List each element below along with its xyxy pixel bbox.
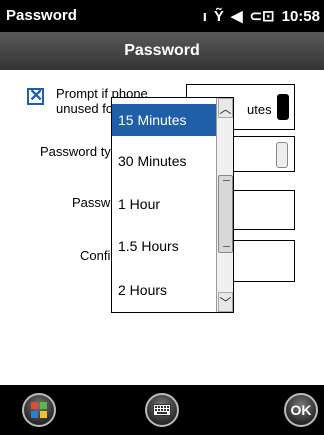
prompt-label-line2: unused fo — [56, 101, 114, 116]
status-app-title: Password — [6, 7, 77, 24]
password-type-label: Password ty — [40, 144, 111, 159]
clock-time[interactable]: 10:58 — [282, 8, 320, 25]
windows-logo-icon — [31, 402, 47, 418]
scrollbar[interactable]: ︿ ﹀ — [216, 98, 233, 312]
signal-icon: ı — [202, 7, 207, 25]
thumb-grip — [223, 246, 230, 247]
keyboard-button[interactable] — [145, 393, 179, 427]
thumb-grip — [223, 180, 230, 181]
list-item[interactable]: 15 Minutes — [112, 104, 216, 136]
timeout-dropdown-list[interactable]: 15 Minutes 30 Minutes 1 Hour 1.5 Hours 2… — [111, 97, 234, 313]
volume-icon: ◀︎ — [230, 8, 243, 25]
scrollbar-thumb[interactable] — [218, 175, 233, 253]
list-item[interactable]: 1 Hour — [112, 188, 216, 220]
password-label: Passw — [72, 195, 111, 210]
confirm-label: Confi — [80, 248, 111, 263]
no-network-icon: Ỹ — [213, 7, 224, 25]
ok-button[interactable]: OK — [284, 393, 318, 427]
chevron-up-icon[interactable]: ︿ — [218, 98, 233, 118]
prompt-checkbox[interactable]: ✕ — [27, 86, 44, 105]
list-item[interactable]: 2 Hours — [112, 274, 216, 306]
battery-icon: ⊂⊡ — [249, 8, 275, 25]
chevron-down-icon[interactable]: ﹀ — [218, 292, 233, 312]
prompt-timeout-value: utes — [247, 102, 272, 117]
page-title: Password — [124, 42, 200, 59]
chevron-down-icon[interactable] — [276, 142, 288, 168]
page-header: Password — [0, 32, 324, 71]
list-item[interactable]: 30 Minutes — [112, 145, 216, 177]
status-icons: ı Ỹ ◀︎ ⊂⊡ 10:58 — [202, 7, 320, 26]
soft-key-bar: OK — [0, 385, 324, 435]
list-item[interactable]: 1.5 Hours — [112, 230, 216, 262]
start-button[interactable] — [22, 393, 56, 427]
keyboard-icon — [153, 404, 171, 416]
check-mark-icon: ✕ — [29, 86, 44, 105]
status-bar: Password ı Ỹ ◀︎ ⊂⊡ 10:58 — [0, 0, 324, 32]
chevron-down-icon[interactable] — [277, 94, 289, 120]
